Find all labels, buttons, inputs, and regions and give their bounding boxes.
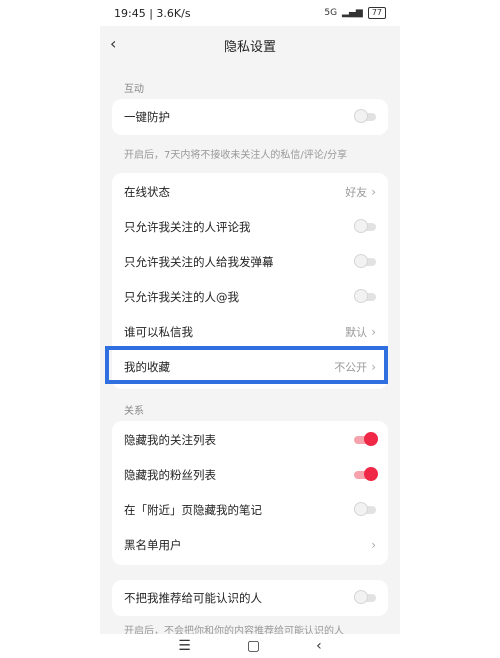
card-recommend: 不把我推荐给可能认识的人 <box>112 580 388 616</box>
chevron-right-icon: › <box>371 325 376 339</box>
one-click-description: 开启后，7天内将不接收未关注人的私信/评论/分享 <box>124 150 348 161</box>
chevron-right-icon: › <box>371 185 376 199</box>
row-comments[interactable]: 只允许我关注的人评论我 <box>124 217 376 237</box>
status-bar: 19:45 | 3.6K/s 5G ▂▄▆ 77 <box>100 0 400 26</box>
back-nav-icon[interactable]: ‹ <box>316 638 322 654</box>
chevron-right-icon: › <box>371 538 376 552</box>
signal-icon: ▂▄▆ <box>342 8 363 18</box>
toggle-one-click[interactable] <box>354 109 376 123</box>
row-hide-fans[interactable]: 隐藏我的粉丝列表 <box>124 465 378 485</box>
row-mention[interactable]: 只允许我关注的人@我 <box>124 287 376 307</box>
system-nav-bar: ☰ ▢ ‹ <box>100 634 400 658</box>
row-message[interactable]: 谁可以私信我 默认 › <box>124 322 376 342</box>
home-icon[interactable]: ▢ <box>247 638 260 654</box>
toggle-hide-following[interactable] <box>354 432 378 446</box>
network-indicator: 5G <box>324 8 338 18</box>
highlight-box <box>105 346 388 384</box>
section-interaction: 互动 <box>124 84 144 95</box>
card-relationship: 隐藏我的关注列表 隐藏我的粉丝列表 在「附近」页隐藏我的笔记 黑名单用户 › <box>112 421 388 565</box>
status-time: 19:45 | 3.6K/s <box>114 6 191 20</box>
nav-bar: ‹ 隐私设置 <box>100 26 400 62</box>
phone-screen: 19:45 | 3.6K/s 5G ▂▄▆ 77 ‹ 隐私设置 互动 一键防护 … <box>100 0 400 658</box>
menu-icon[interactable]: ☰ <box>178 638 191 654</box>
toggle-comments[interactable] <box>354 219 376 233</box>
section-relationship: 关系 <box>124 406 144 417</box>
toggle-mention[interactable] <box>354 289 376 303</box>
row-danmu[interactable]: 只允许我关注的人给我发弹幕 <box>124 252 376 272</box>
toggle-hide-nearby[interactable] <box>354 502 376 516</box>
row-online-status[interactable]: 在线状态 好友 › <box>124 182 376 202</box>
row-hide-nearby[interactable]: 在「附近」页隐藏我的笔记 <box>124 500 376 520</box>
battery-icon: 77 <box>367 7 386 19</box>
row-blacklist[interactable]: 黑名单用户 › <box>124 535 376 555</box>
row-hide-following[interactable]: 隐藏我的关注列表 <box>124 430 378 450</box>
page-title: 隐私设置 <box>223 40 276 55</box>
row-one-click[interactable]: 一键防护 <box>124 107 376 127</box>
toggle-hide-fans[interactable] <box>354 467 378 481</box>
row-no-recommend[interactable]: 不把我推荐给可能认识的人 <box>124 588 376 608</box>
card-one-click: 一键防护 <box>112 99 388 135</box>
toggle-danmu[interactable] <box>354 254 376 268</box>
toggle-no-recommend[interactable] <box>354 590 376 604</box>
